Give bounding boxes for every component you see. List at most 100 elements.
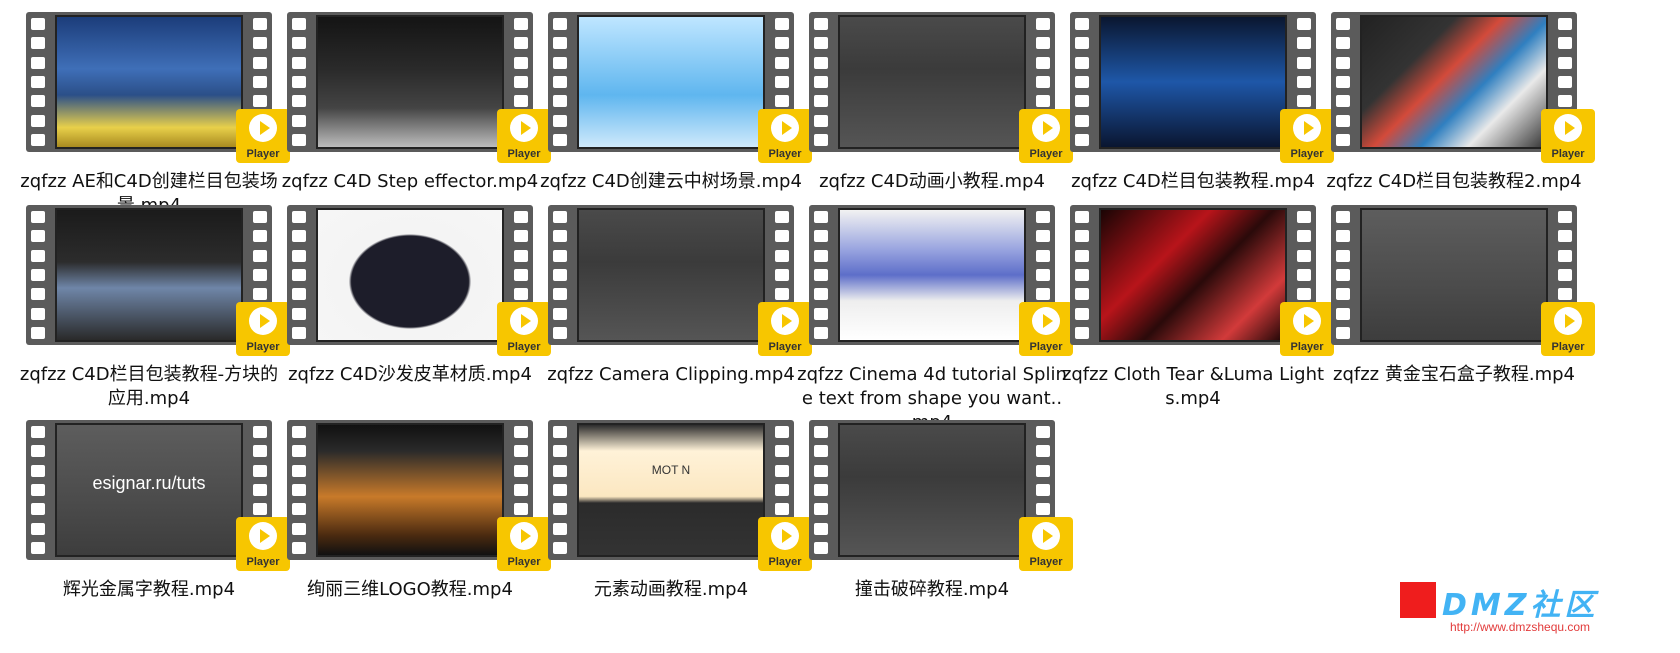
film-hole — [514, 503, 528, 516]
player-badge-label: Player — [1551, 341, 1585, 353]
file-name[interactable]: 辉光金属字教程.mp4 — [12, 578, 286, 602]
film-hole — [553, 503, 567, 516]
film-hole — [1036, 445, 1050, 458]
film-hole — [1297, 95, 1311, 108]
play-icon — [249, 522, 277, 550]
video-thumbnail[interactable]: Player — [281, 420, 551, 571]
file-name[interactable]: zqfzz C4D创建云中树场景.mp4 — [534, 170, 808, 194]
video-preview-frame — [838, 208, 1026, 342]
film-hole — [1297, 18, 1311, 30]
file-name[interactable]: zqfzz C4D栏目包装教程-方块的应用.mp4 — [12, 363, 286, 411]
film-hole — [1075, 56, 1089, 69]
video-thumbnail[interactable]: Player — [803, 205, 1073, 356]
film-hole — [1036, 230, 1050, 243]
watermark-title: DMZ社区 — [1442, 588, 1599, 623]
video-thumbnail[interactable]: Player — [20, 12, 290, 163]
film-hole — [814, 522, 828, 535]
file-name[interactable]: 元素动画教程.mp4 — [534, 578, 808, 602]
film-hole — [553, 288, 567, 301]
film-hole — [814, 133, 828, 146]
file-name[interactable]: zqfzz Camera Clipping.mp4 — [534, 363, 808, 387]
film-hole — [1336, 211, 1350, 223]
video-thumbnail[interactable]: Player — [1064, 12, 1334, 163]
film-hole — [814, 445, 828, 458]
film-hole — [814, 95, 828, 108]
film-holes-left — [292, 211, 306, 339]
video-thumbnail[interactable]: Player — [803, 12, 1073, 163]
player-badge: Player — [1541, 109, 1595, 163]
play-icon — [1032, 307, 1060, 335]
file-name[interactable]: zqfzz C4D Step effector.mp4 — [273, 170, 547, 194]
film-hole — [775, 75, 789, 88]
film-hole — [1075, 288, 1089, 301]
film-hole — [1336, 37, 1350, 50]
file-name[interactable]: zqfzz 黄金宝石盒子教程.mp4 — [1317, 363, 1591, 387]
film-hole — [253, 483, 267, 496]
film-hole — [814, 230, 828, 243]
play-icon — [771, 522, 799, 550]
film-hole — [31, 326, 45, 339]
film-hole — [292, 18, 306, 30]
video-thumbnail[interactable]: Player — [281, 12, 551, 163]
film-hole — [1297, 268, 1311, 281]
video-thumbnail[interactable]: Player — [1325, 205, 1595, 356]
film-hole — [1036, 464, 1050, 477]
file-name[interactable]: zqfzz C4D动画小教程.mp4 — [795, 170, 1069, 194]
film-hole — [292, 133, 306, 146]
video-thumbnail[interactable]: esignar.ru/tuts Player — [20, 420, 290, 571]
film-hole — [814, 541, 828, 554]
film-hole — [253, 268, 267, 281]
film-hole — [1075, 230, 1089, 243]
film-hole — [292, 249, 306, 262]
video-thumbnail[interactable]: Player — [20, 205, 290, 356]
film-hole — [31, 75, 45, 88]
video-thumbnail[interactable]: Player — [1325, 12, 1595, 163]
video-thumbnail[interactable]: Player — [542, 12, 812, 163]
video-thumbnail[interactable]: Player — [1064, 205, 1334, 356]
film-hole — [1297, 56, 1311, 69]
file-name[interactable]: 撞击破碎教程.mp4 — [795, 578, 1069, 602]
film-hole — [553, 37, 567, 50]
film-hole — [514, 75, 528, 88]
film-hole — [514, 483, 528, 496]
video-thumbnail[interactable]: Player — [803, 420, 1073, 571]
file-name[interactable]: zqfzz C4D沙发皮革材质.mp4 — [273, 363, 547, 387]
film-hole — [1336, 288, 1350, 301]
film-hole — [775, 445, 789, 458]
film-hole — [292, 464, 306, 477]
film-hole — [1558, 18, 1572, 30]
film-hole — [253, 249, 267, 262]
player-badge-label: Player — [1029, 556, 1063, 568]
film-hole — [253, 37, 267, 50]
film-hole — [31, 288, 45, 301]
film-hole — [253, 426, 267, 438]
film-hole — [31, 307, 45, 320]
film-hole — [1075, 95, 1089, 108]
film-hole — [814, 56, 828, 69]
file-name[interactable]: zqfzz C4D栏目包装教程2.mp4 — [1317, 170, 1591, 194]
film-hole — [1036, 37, 1050, 50]
film-hole — [1297, 288, 1311, 301]
video-preview-frame: MOT N — [577, 423, 765, 557]
film-hole — [253, 56, 267, 69]
film-hole — [31, 541, 45, 554]
film-hole — [514, 426, 528, 438]
play-icon — [510, 307, 538, 335]
video-thumbnail[interactable]: Player — [542, 205, 812, 356]
video-thumbnail[interactable]: Player — [281, 205, 551, 356]
play-icon — [249, 307, 277, 335]
film-hole — [814, 288, 828, 301]
film-hole — [553, 133, 567, 146]
film-hole — [31, 268, 45, 281]
film-hole — [1558, 288, 1572, 301]
film-hole — [553, 464, 567, 477]
film-hole — [292, 326, 306, 339]
video-thumbnail[interactable]: MOT N Player — [542, 420, 812, 571]
play-icon — [1554, 307, 1582, 335]
film-hole — [775, 18, 789, 30]
file-name[interactable]: zqfzz C4D栏目包装教程.mp4 — [1056, 170, 1330, 194]
film-hole — [553, 483, 567, 496]
film-hole — [1336, 307, 1350, 320]
file-name[interactable]: zqfzz Cloth Tear &Luma Lights.mp4 — [1056, 363, 1330, 411]
file-name[interactable]: 绚丽三维LOGO教程.mp4 — [273, 578, 547, 602]
